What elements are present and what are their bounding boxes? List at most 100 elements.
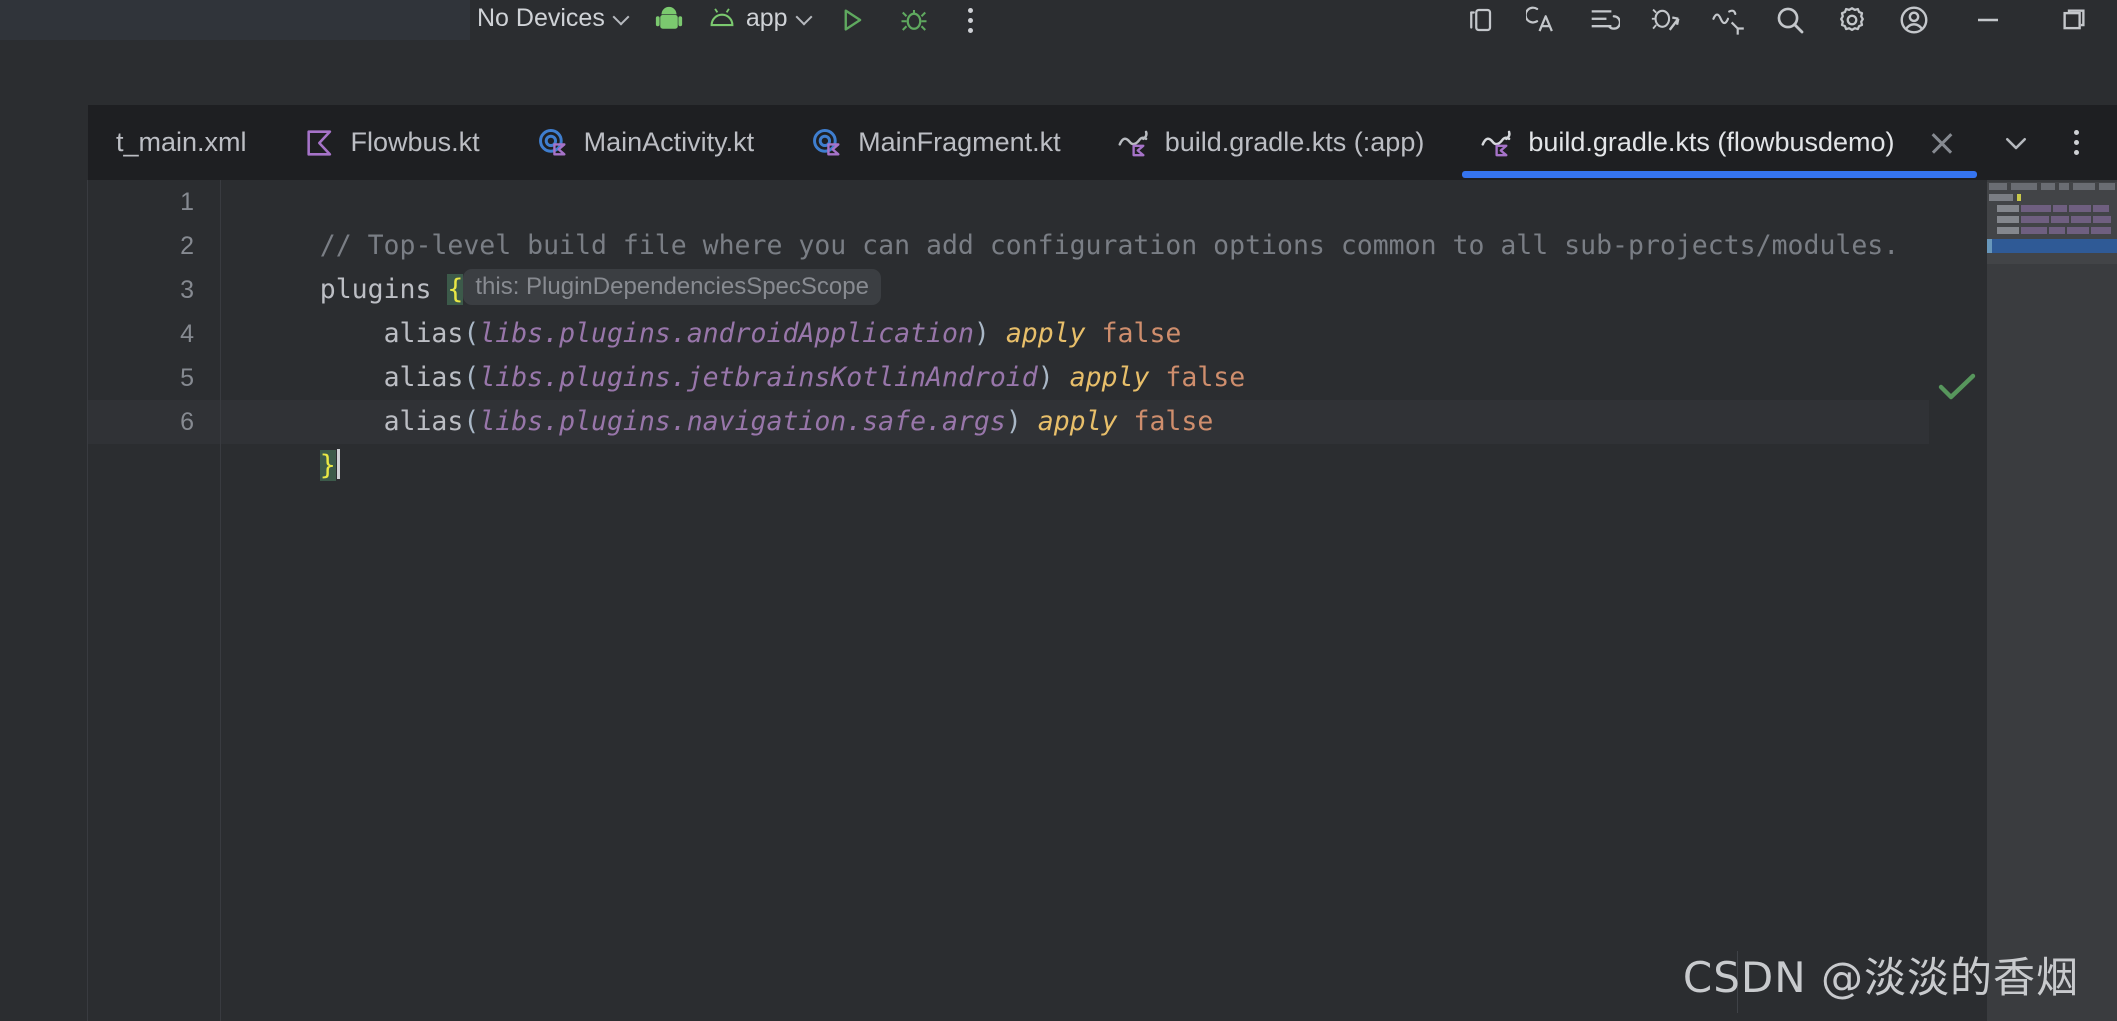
device-manager-icon[interactable] xyxy=(1449,0,1511,40)
toolbar-left-region xyxy=(0,0,470,40)
gradle-kts-icon xyxy=(1480,126,1514,160)
minimap-line xyxy=(1997,227,2019,234)
close-paren: ) xyxy=(1005,406,1022,437)
line-number: 3 xyxy=(180,276,194,304)
run-play-icon[interactable] xyxy=(821,0,883,40)
tabbar-background-strip xyxy=(0,40,2117,105)
account-avatar-icon[interactable] xyxy=(1883,0,1945,40)
version-catalog-ref: libs.plugins.androidApplication xyxy=(479,318,974,349)
tab-label: Flowbus.kt xyxy=(350,127,480,157)
minimap-line xyxy=(2053,205,2067,212)
line-number: 6 xyxy=(88,400,220,444)
inlay-hint-this-scope[interactable]: this: PluginDependenciesSpecScope xyxy=(463,269,881,305)
line-number: 2 xyxy=(180,232,194,260)
close-paren: ) xyxy=(973,318,990,349)
tab-flowbus-kt[interactable]: Flowbus.kt xyxy=(275,105,508,180)
minimap-selected-line xyxy=(1987,239,2117,253)
more-dots xyxy=(968,7,974,33)
maximize-restore-icon[interactable] xyxy=(2031,0,2117,40)
minimap-line xyxy=(2093,205,2109,212)
updates-icon[interactable] xyxy=(1697,0,1759,40)
alias-call: alias xyxy=(383,362,464,393)
apply-infix: apply xyxy=(1005,318,1086,349)
minimap-line xyxy=(1989,194,2013,201)
device-selector[interactable]: No Devices xyxy=(470,0,638,40)
code-content[interactable]: // Top-level build file where you can ad… xyxy=(220,180,2032,1021)
open-brace: { xyxy=(447,274,464,305)
kotlin-class-icon xyxy=(810,126,844,160)
kotlin-class-icon xyxy=(536,126,570,160)
more-dots xyxy=(2073,130,2079,155)
gradle-kts-icon xyxy=(1117,126,1151,160)
minimap-line xyxy=(2091,227,2111,234)
ai-assistant-icon[interactable] xyxy=(1635,0,1697,40)
code-comment: // Top-level build file where you can ad… xyxy=(319,230,1900,261)
device-selector-label: No Devices xyxy=(477,3,605,32)
open-paren: ( xyxy=(463,318,480,349)
code-line-1[interactable]: // Top-level build file where you can ad… xyxy=(221,180,1987,261)
code-editor[interactable]: 1 2 3 4 5 6 // Top-level build file wher… xyxy=(0,180,2117,1021)
minimap-line xyxy=(2067,227,2089,234)
minimap-line xyxy=(2049,227,2065,234)
inspection-gutter[interactable] xyxy=(1929,180,1987,1021)
minimap-line xyxy=(2041,183,2055,190)
tab-mainactivity-kt[interactable]: MainActivity.kt xyxy=(508,105,783,180)
minimap-line xyxy=(2059,183,2069,190)
version-catalog-ref: libs.plugins.navigation.safe.args xyxy=(479,406,1006,437)
code-minimap[interactable] xyxy=(1987,180,2117,1021)
minimize-icon[interactable] xyxy=(1945,0,2031,40)
close-icon[interactable] xyxy=(1925,126,1959,160)
boolean-literal: false xyxy=(1133,406,1214,437)
minimap-caret-bar xyxy=(1987,239,1992,253)
minimap-line xyxy=(2069,205,2091,212)
apply-infix: apply xyxy=(1037,406,1118,437)
alias-call: alias xyxy=(383,318,464,349)
minimap-line xyxy=(1997,205,2019,212)
tab-label: t_main.xml xyxy=(116,127,247,157)
notifications-list-icon[interactable] xyxy=(1573,0,1635,40)
editor-left-strip xyxy=(0,180,88,1021)
minimap-line xyxy=(2017,194,2021,201)
editor-tab-bar: t_main.xml Flowbus.kt MainActivity.kt Ma… xyxy=(0,105,2117,180)
minimap-line xyxy=(1997,216,2019,223)
tabbar-left-stub xyxy=(0,105,88,180)
line-number: 1 xyxy=(180,188,194,216)
chevron-down-icon[interactable] xyxy=(1989,113,2043,173)
code-with-me-icon[interactable] xyxy=(1511,0,1573,40)
more-vertical-icon[interactable] xyxy=(945,0,997,40)
kotlin-file-icon xyxy=(303,126,337,160)
line-number-gutter[interactable]: 1 2 3 4 5 6 xyxy=(88,180,220,1021)
chevron-down-icon xyxy=(614,9,631,26)
tab-label: build.gradle.kts (:app) xyxy=(1164,127,1425,157)
more-vertical-icon[interactable] xyxy=(2049,113,2103,173)
line-number: 4 xyxy=(180,320,194,348)
chevron-down-icon xyxy=(797,9,814,26)
minimap-line xyxy=(2071,216,2091,223)
settings-gear-icon[interactable] xyxy=(1821,0,1883,40)
boolean-literal: false xyxy=(1101,318,1182,349)
open-paren: ( xyxy=(463,406,480,437)
alias-call: alias xyxy=(383,406,464,437)
close-brace: } xyxy=(319,450,336,481)
tab-label: build.gradle.kts (flowbusdemo) xyxy=(1528,127,1895,157)
checkmark-icon[interactable] xyxy=(1937,372,1977,402)
debug-bug-icon[interactable] xyxy=(883,0,945,40)
run-configuration-selector[interactable]: app xyxy=(700,0,821,40)
android-robot-icon[interactable] xyxy=(638,0,700,40)
open-paren: ( xyxy=(463,362,480,393)
apply-infix: apply xyxy=(1069,362,1150,393)
search-icon[interactable] xyxy=(1759,0,1821,40)
minimap-line xyxy=(2051,216,2069,223)
tab-label: MainActivity.kt xyxy=(583,127,755,157)
minimap-line xyxy=(2093,216,2111,223)
tab-build-gradle-kts-app[interactable]: build.gradle.kts (:app) xyxy=(1089,105,1453,180)
active-tab-underline xyxy=(1462,171,1977,178)
tab-build-gradle-kts-flowbusdemo[interactable]: build.gradle.kts (flowbusdemo) xyxy=(1452,105,1986,180)
minimap-line xyxy=(2099,183,2115,190)
tab-mainfragment-kt[interactable]: MainFragment.kt xyxy=(782,105,1089,180)
close-paren: ) xyxy=(1037,362,1054,393)
minimap-line xyxy=(2021,205,2051,212)
tab-layout-main-xml[interactable]: t_main.xml xyxy=(88,105,275,180)
boolean-literal: false xyxy=(1165,362,1246,393)
version-catalog-ref: libs.plugins.jetbrainsKotlinAndroid xyxy=(479,362,1038,393)
